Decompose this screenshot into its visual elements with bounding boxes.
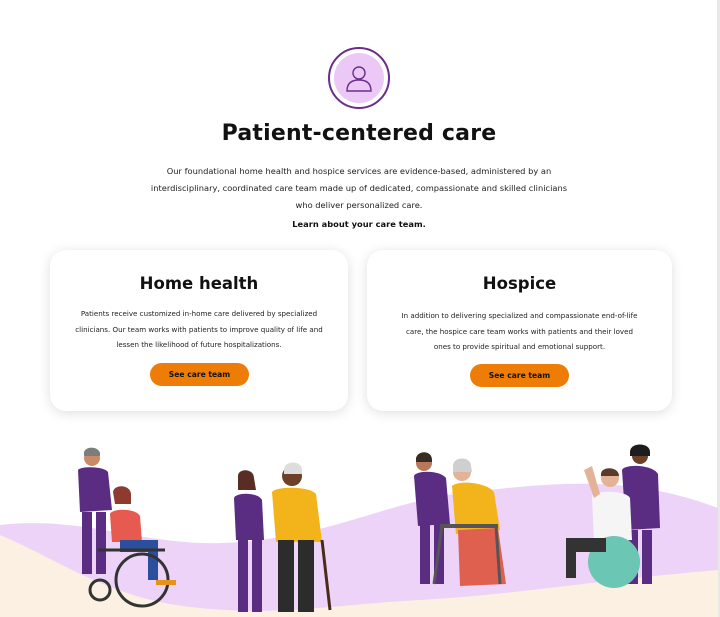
card-body: In addition to delivering specialized an…: [401, 311, 638, 351]
card-title: Hospice: [482, 274, 557, 293]
walker-figure: [414, 452, 506, 586]
intro-text: Our foundational home health and hospice…: [150, 166, 568, 210]
card-title: Home health: [139, 274, 259, 293]
person-icon: [328, 47, 390, 109]
page-title: Patient-centered care: [221, 121, 497, 146]
home-health-card: Home health Patients receive customized …: [50, 250, 348, 411]
care-team-illustration: [0, 444, 718, 617]
home-health-see-care-team-button[interactable]: See care team: [150, 363, 249, 386]
hospice-see-care-team-button[interactable]: See care team: [470, 364, 569, 387]
card-body: Patients receive customized in-home care…: [75, 309, 323, 349]
hospice-card: Hospice In addition to delivering specia…: [367, 250, 672, 411]
learn-care-team-link[interactable]: Learn about your care team.: [0, 219, 718, 229]
